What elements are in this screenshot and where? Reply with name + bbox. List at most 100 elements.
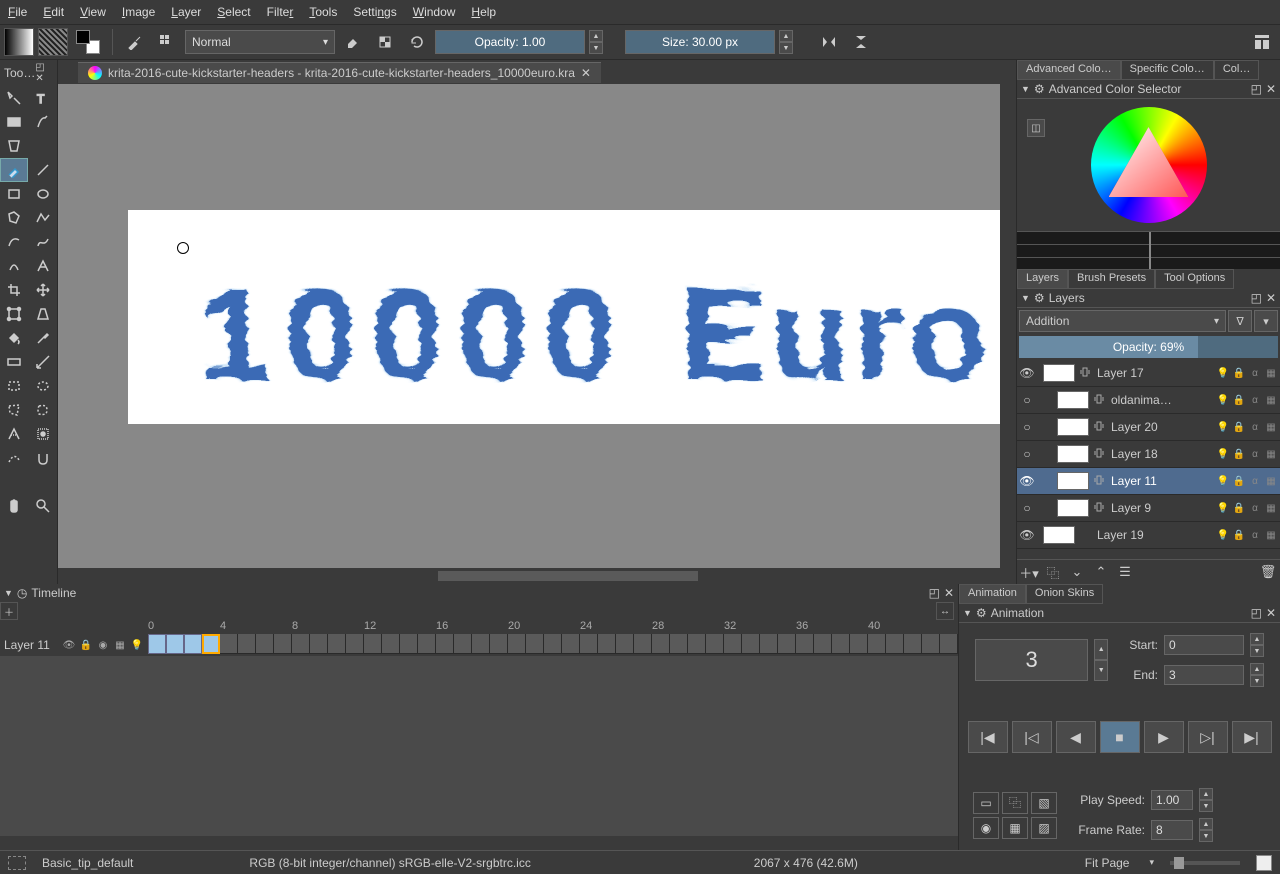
tool-select-magnetic[interactable]	[29, 446, 57, 470]
frame-cell[interactable]	[310, 634, 328, 654]
layer-filter-arrow[interactable]: ▾	[1254, 310, 1278, 332]
onion-icon[interactable]: ◉	[96, 638, 110, 652]
alpha-icon[interactable]: α	[1248, 528, 1262, 542]
frame-cell[interactable]	[868, 634, 886, 654]
frame-cell[interactable]	[904, 634, 922, 654]
delete-layer-button[interactable]: 🗑	[1258, 562, 1278, 582]
lock-icon[interactable]: 🔒	[1232, 474, 1246, 488]
frame-cell[interactable]	[814, 634, 832, 654]
layer-row[interactable]: 👁 Layer 17 💡 🔒 α ▦	[1017, 360, 1280, 387]
frame-cell[interactable]	[760, 634, 778, 654]
canvas-viewport[interactable]: 1 0 0 0 0 E u r o	[58, 84, 1016, 568]
auto-frame-icon[interactable]: ▦	[1002, 817, 1028, 839]
alpha-icon[interactable]: ▦	[113, 638, 127, 652]
tool-select-similar[interactable]	[29, 422, 57, 446]
play-speed-input[interactable]	[1151, 790, 1193, 810]
layer-row[interactable]: 👁 Layer 11 💡 🔒 α ▦	[1017, 468, 1280, 495]
bulb-icon[interactable]: 💡	[1216, 501, 1230, 515]
bulb-icon[interactable]: 💡	[1216, 366, 1230, 380]
frame-cell[interactable]	[922, 634, 940, 654]
alpha-icon[interactable]: α	[1248, 501, 1262, 515]
size-slider[interactable]: Size: 30.00 px	[625, 30, 775, 54]
document-tab[interactable]: krita-2016-cute-kickstarter-headers - kr…	[78, 62, 601, 83]
frame-cell[interactable]	[256, 634, 274, 654]
lock-icon[interactable]: 🔒	[1232, 420, 1246, 434]
lock-icon[interactable]: 🔒	[79, 638, 93, 652]
tool-select-ellipse[interactable]	[29, 374, 57, 398]
tool-crop[interactable]	[0, 278, 28, 302]
frame-cell[interactable]	[724, 634, 742, 654]
end-input[interactable]	[1164, 665, 1244, 685]
color-wheel[interactable]	[1091, 107, 1207, 223]
lock-icon[interactable]: 🔒	[1232, 501, 1246, 515]
alpha-icon[interactable]: α	[1248, 393, 1262, 407]
tool-deform[interactable]	[0, 302, 28, 326]
vertical-scrollbar[interactable]	[1000, 84, 1016, 568]
mirror-vertical[interactable]	[847, 28, 875, 56]
inherit-alpha-icon[interactable]: ▦	[1264, 393, 1278, 407]
float-docker-icon[interactable]: ◰	[929, 586, 940, 600]
fg-bg-color-swatch[interactable]	[76, 30, 100, 54]
layer-list[interactable]: 👁 Layer 17 💡 🔒 α ▦ ○ oldanima… 💡 🔒 α ▦ ○…	[1017, 360, 1280, 559]
lock-icon[interactable]: 🔒	[1232, 393, 1246, 407]
layer-name[interactable]: Layer 18	[1111, 447, 1212, 461]
advanced-color-selector[interactable]: ◫	[1017, 99, 1280, 269]
inherit-alpha-icon[interactable]: ▦	[1264, 528, 1278, 542]
eraser-toggle[interactable]	[339, 28, 367, 56]
opacity-spinner[interactable]: ▲▼	[589, 30, 603, 54]
add-layer-button[interactable]: ＋▾	[1019, 562, 1039, 582]
visibility-toggle[interactable]: ○	[1019, 501, 1035, 515]
color-shade-bars[interactable]	[1017, 231, 1280, 269]
zoom-reset-button[interactable]	[1256, 855, 1272, 871]
track-cells[interactable]	[148, 634, 958, 656]
lock-icon[interactable]: 🔒	[1232, 366, 1246, 380]
frame-cell[interactable]	[634, 634, 652, 654]
layer-row[interactable]: ○ oldanima… 💡 🔒 α ▦	[1017, 387, 1280, 414]
tool-select-bezier[interactable]	[0, 446, 28, 470]
frame-rate-input[interactable]	[1151, 820, 1193, 840]
tool-polyline[interactable]	[29, 206, 57, 230]
frame-cell[interactable]	[364, 634, 382, 654]
frame-cell[interactable]	[328, 634, 346, 654]
layer-row[interactable]: ○ Layer 9 💡 🔒 α ▦	[1017, 495, 1280, 522]
menu-select[interactable]: Select	[217, 5, 250, 19]
inherit-alpha-icon[interactable]: ▦	[1264, 474, 1278, 488]
frame-cell[interactable]	[166, 634, 184, 654]
blend-mode-dropdown[interactable]: Normal	[185, 30, 335, 54]
alpha-icon[interactable]: α	[1248, 447, 1262, 461]
tab-layers[interactable]: Layers	[1017, 269, 1068, 289]
mirror-horizontal[interactable]	[815, 28, 843, 56]
zoom-dropdown[interactable]: Fit Page	[1081, 854, 1134, 872]
close-docker-icon[interactable]: ✕	[1266, 291, 1276, 305]
tool-line[interactable]	[29, 158, 57, 182]
add-frame-button[interactable]: ＋	[0, 602, 18, 620]
tab-color[interactable]: Col…	[1214, 60, 1260, 80]
layer-filter-button[interactable]: ∇	[1228, 310, 1252, 332]
layer-name[interactable]: Layer 20	[1111, 420, 1212, 434]
layer-name[interactable]: Layer 17	[1097, 366, 1212, 380]
frame-cell[interactable]	[652, 634, 670, 654]
size-spinner[interactable]: ▲▼	[779, 30, 793, 54]
visibility-toggle[interactable]: ○	[1019, 420, 1035, 434]
frame-cell[interactable]	[886, 634, 904, 654]
tool-calligraphy[interactable]	[0, 134, 28, 158]
tool-select-free[interactable]	[29, 398, 57, 422]
frame-cell[interactable]	[670, 634, 688, 654]
tool-freehand-brush[interactable]	[0, 158, 28, 182]
move-layer-down[interactable]: ⌄	[1067, 562, 1087, 582]
tool-bezier[interactable]	[0, 230, 28, 254]
frame-cell[interactable]	[778, 634, 796, 654]
opacity-slider[interactable]: Opacity: 1.00	[435, 30, 585, 54]
tool-select-contiguous[interactable]	[0, 422, 28, 446]
frame-cell[interactable]	[472, 634, 490, 654]
tool-rectangle[interactable]	[0, 182, 28, 206]
tool-pan[interactable]	[0, 494, 28, 518]
horizontal-scrollbar[interactable]	[58, 568, 1016, 584]
menu-file[interactable]: File	[8, 5, 27, 19]
visibility-toggle[interactable]: 👁	[1019, 366, 1035, 380]
tool-transform[interactable]	[0, 86, 28, 110]
bulb-icon[interactable]: 💡	[130, 638, 144, 652]
canvas[interactable]: 1 0 0 0 0 E u r o	[128, 210, 1016, 424]
prev-frame-button[interactable]: ◀	[1056, 721, 1096, 753]
frame-cell[interactable]	[706, 634, 724, 654]
